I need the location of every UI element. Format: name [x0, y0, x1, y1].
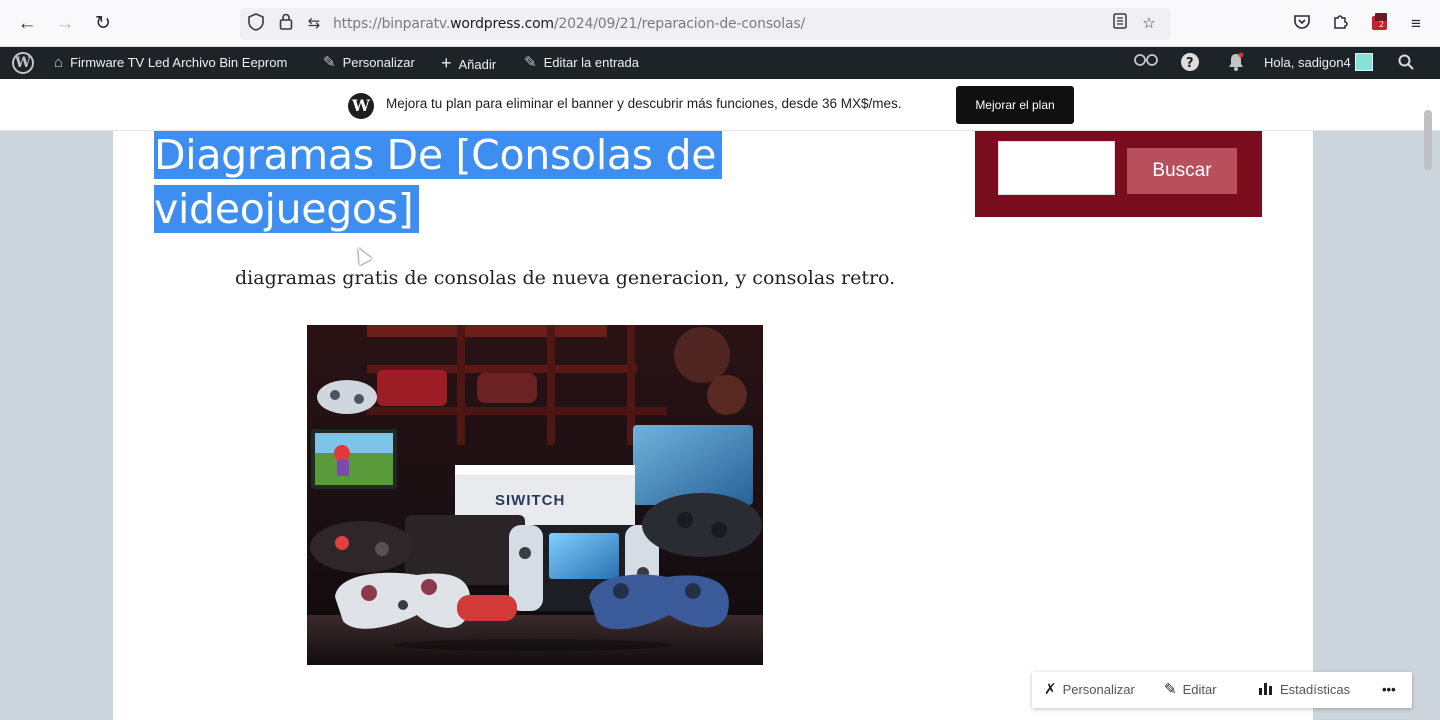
extensions-icon[interactable]	[1328, 12, 1352, 36]
page-scrollbar[interactable]	[1424, 110, 1432, 170]
action-stats-button[interactable]: Estadísticas	[1258, 672, 1350, 708]
site-name: Firmware TV Led Archivo Bin Eeprom	[70, 55, 288, 70]
tools-icon: ✗	[1044, 681, 1057, 698]
browser-toolbar: ← → ↻ ⇆ https://binparatv.wordpress.com/…	[0, 0, 1440, 47]
customize-label: Personalizar	[342, 55, 415, 70]
addon-icon[interactable]: 2	[1368, 12, 1392, 36]
wp-admin-bar: W ⌂ Firmware TV Led Archivo Bin Eeprom ✎ P…	[0, 47, 1440, 79]
post-excerpt: diagramas gratis de consolas de nueva ge…	[235, 267, 896, 289]
search-widget: Buscar	[975, 131, 1262, 217]
upgrade-plan-button[interactable]: Mejorar el plan	[956, 86, 1074, 124]
lock-icon[interactable]	[275, 13, 297, 35]
wordpress-logo-icon: W	[348, 93, 374, 119]
edit-post-label: Editar la entrada	[543, 55, 639, 70]
admin-account-menu[interactable]: Hola, sadigon4	[1264, 47, 1373, 79]
action-customize-button[interactable]: ✗ Personalizar	[1044, 672, 1135, 708]
reload-icon[interactable]: ↻	[91, 12, 115, 36]
page-content: Diagramas De [Consolas de videojuegos] d…	[113, 131, 1313, 720]
admin-search-icon[interactable]	[1398, 47, 1414, 79]
url-prefix: https://binparatv.	[333, 16, 451, 32]
arrow-left-icon[interactable]: ←	[15, 12, 39, 36]
admin-add-new-link[interactable]: + Añadir	[441, 47, 496, 79]
post-title-text: Diagramas De [Consolas de videojuegos]	[154, 131, 723, 233]
floating-action-bar: ✗ Personalizar ✎ Editar Estadísticas •••	[1032, 672, 1412, 708]
reader-glasses-icon[interactable]	[1133, 47, 1159, 79]
action-customize-label: Personalizar	[1062, 682, 1135, 697]
greeting-label: Hola, sadigon4	[1264, 55, 1351, 70]
upgrade-banner: W Mejora tu plan para eliminar el banner…	[0, 79, 1440, 131]
pencil-icon: ✎	[1164, 681, 1177, 698]
notifications-bell-icon[interactable]	[1227, 47, 1245, 79]
shield-icon[interactable]	[245, 13, 267, 35]
action-edit-label: Editar	[1182, 682, 1217, 697]
avatar	[1354, 53, 1373, 71]
console-box-label: SIWITCH	[495, 492, 565, 509]
add-new-label: Añadir	[458, 57, 497, 72]
url-path: /2024/09/21/reparacion-de-consolas/	[553, 16, 805, 32]
menu-icon[interactable]: ≡	[1404, 12, 1428, 36]
pencil-icon: ✎	[524, 54, 537, 71]
reader-view-icon[interactable]	[1109, 13, 1131, 35]
address-bar[interactable]: ⇆ https://binparatv.wordpress.com/2024/0…	[240, 8, 1170, 40]
permissions-icon[interactable]: ⇆	[303, 13, 325, 35]
arrow-right-icon[interactable]: →	[53, 12, 77, 36]
mouse-cursor-icon	[352, 244, 372, 266]
action-edit-button[interactable]: ✎ Editar	[1164, 672, 1217, 708]
post-title[interactable]: Diagramas De [Consolas de videojuegos]	[154, 128, 754, 236]
search-button[interactable]: Buscar	[1127, 148, 1237, 194]
bar-chart-icon	[1258, 672, 1274, 708]
admin-edit-post-link[interactable]: ✎ Editar la entrada	[524, 47, 639, 79]
wordpress-logo-icon[interactable]: W	[12, 52, 34, 74]
banner-text: Mejora tu plan para eliminar el banner y…	[386, 96, 902, 111]
svg-text:2: 2	[1379, 20, 1384, 29]
bookmark-star-icon[interactable]: ☆	[1138, 13, 1160, 35]
help-icon[interactable]: ?	[1180, 47, 1200, 79]
admin-customize-link[interactable]: ✎ Personalizar	[323, 47, 415, 79]
home-icon: ⌂	[54, 54, 64, 71]
action-stats-label: Estadísticas	[1280, 682, 1351, 697]
more-options-icon[interactable]: •••	[1382, 672, 1396, 708]
pocket-icon[interactable]	[1290, 12, 1314, 36]
plus-icon: +	[441, 53, 452, 73]
brush-icon: ✎	[323, 54, 336, 71]
url-text[interactable]: https://binparatv.wordpress.com/2024/09/…	[333, 16, 805, 32]
admin-site-link[interactable]: ⌂ Firmware TV Led Archivo Bin Eeprom	[54, 47, 287, 79]
search-input[interactable]	[998, 141, 1115, 195]
consoles-hero-image[interactable]: SIWITCH	[307, 325, 763, 665]
url-domain: wordpress.com	[450, 16, 554, 32]
svg-text:?: ?	[1186, 56, 1194, 71]
